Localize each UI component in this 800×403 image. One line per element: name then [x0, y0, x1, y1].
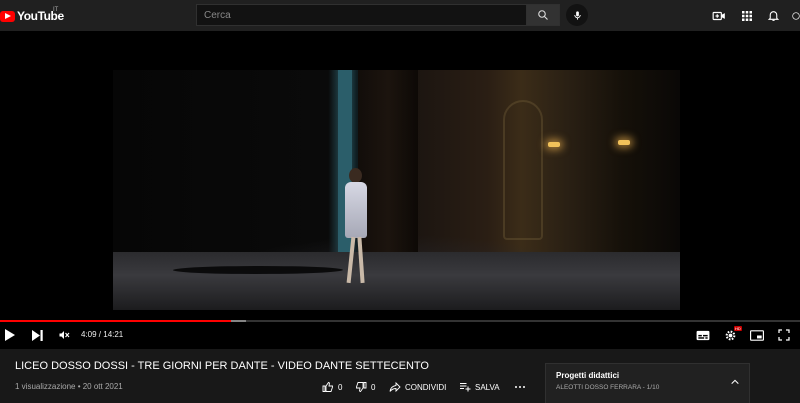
miniplayer-icon — [750, 329, 764, 341]
like-button[interactable]: 0 — [322, 380, 342, 394]
playlist-subtitle: ALEOTTI DOSSO FERRARA - 1/10 — [556, 384, 660, 391]
dancer-dress — [345, 182, 367, 238]
play-icon — [5, 329, 15, 341]
more-actions-button[interactable] — [514, 380, 530, 394]
fullscreen-icon — [778, 329, 790, 341]
stage-curtain — [358, 70, 418, 260]
apps-grid-icon — [741, 10, 752, 21]
video-meta: 1 visualizzazione • 20 ott 2021 — [15, 382, 123, 391]
video-title: LICEO DOSSO DOSSI - TRE GIORNI PER DANTE… — [15, 360, 429, 372]
stage-floor — [113, 252, 680, 310]
video-frame[interactable] — [113, 70, 680, 310]
country-code: IT — [53, 7, 59, 13]
dancer-head — [349, 168, 362, 183]
top-bar: YouTube IT — [0, 0, 800, 31]
playlist-collapse-button[interactable] — [730, 374, 740, 392]
search-button[interactable] — [526, 4, 560, 26]
share-button[interactable]: CONDIVIDI — [389, 380, 446, 394]
notifications-button[interactable] — [765, 7, 782, 24]
create-video-button[interactable] — [710, 7, 727, 24]
search-input[interactable] — [197, 5, 526, 26]
ornate-panel — [503, 100, 543, 240]
voice-search-button[interactable] — [566, 4, 588, 26]
dislike-button[interactable]: 0 — [355, 380, 375, 394]
thumbs-down-icon — [356, 382, 367, 393]
mute-icon — [59, 331, 70, 339]
save-label: SALVA — [475, 382, 500, 392]
next-icon — [31, 329, 43, 341]
miniplayer-button[interactable] — [749, 327, 765, 343]
more-horizontal-icon — [515, 386, 525, 388]
progress-played — [0, 320, 232, 322]
create-video-icon — [712, 11, 725, 20]
account-avatar-icon — [792, 11, 800, 20]
chevron-up-icon — [731, 379, 739, 385]
share-arrow-icon — [389, 381, 401, 393]
account-button[interactable] — [792, 7, 800, 24]
mute-button[interactable] — [57, 327, 71, 343]
playlist-panel[interactable]: Progetti didattici ALEOTTI DOSSO FERRARA… — [545, 363, 750, 403]
apps-button[interactable] — [738, 7, 755, 24]
notifications-bell-icon — [767, 11, 780, 21]
fullscreen-button[interactable] — [776, 327, 792, 343]
share-label: CONDIVIDI — [405, 382, 447, 392]
subtitles-button[interactable] — [695, 327, 711, 343]
time-display: 4:09 / 14:21 — [81, 330, 124, 339]
next-button[interactable] — [30, 327, 44, 343]
progress-bar[interactable] — [0, 320, 800, 322]
wall-lamp — [618, 140, 630, 145]
subtitles-icon — [696, 330, 710, 340]
dislike-count: 0 — [371, 382, 376, 392]
search-icon — [538, 10, 548, 20]
play-button[interactable] — [3, 327, 17, 343]
video-player[interactable]: 4:09 / 14:21 HD — [0, 31, 800, 349]
thumbs-up-icon — [322, 381, 333, 392]
like-count: 0 — [338, 382, 343, 392]
playlist-title: Progetti didattici — [556, 371, 620, 380]
quality-badge: HD — [734, 326, 742, 331]
save-button[interactable]: SALVA — [459, 380, 500, 394]
youtube-logo[interactable]: YouTube IT — [0, 7, 64, 24]
wall-lamp — [548, 142, 560, 147]
search-box — [196, 4, 526, 26]
save-playlist-icon — [460, 383, 471, 392]
youtube-play-logo-icon — [0, 10, 15, 22]
microphone-icon — [573, 10, 581, 20]
